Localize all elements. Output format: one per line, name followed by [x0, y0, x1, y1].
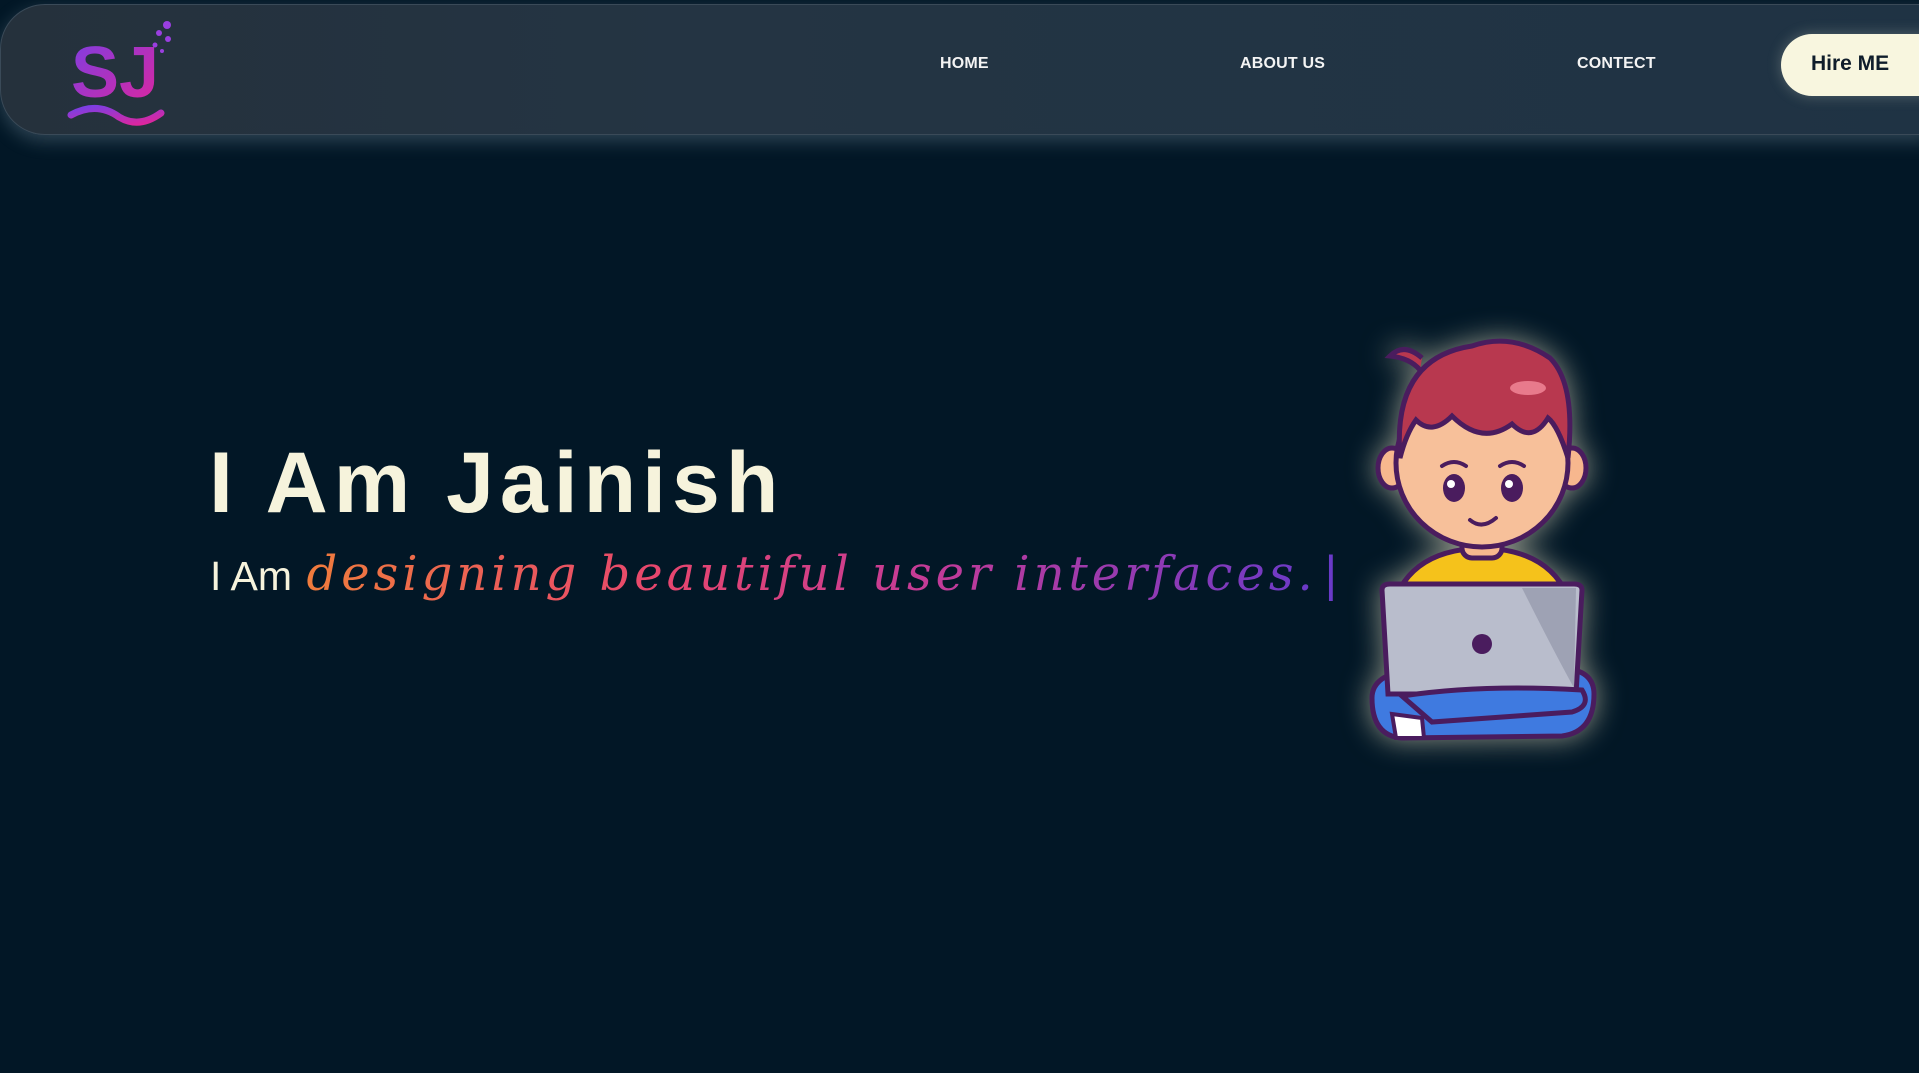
hire-me-button[interactable]: Hire ME [1781, 34, 1919, 96]
nav-link-contact[interactable]: CONTECT [1577, 55, 1656, 73]
logo-icon[interactable]: SJ [67, 17, 175, 129]
hero-title: I Am Jainish [209, 435, 785, 531]
page: SJ HOME ABOUT US CONTECT Hire ME I Am Ja… [0, 0, 1919, 1073]
nav-link-about-us[interactable]: ABOUT US [1240, 55, 1325, 73]
subtitle-prefix: I Am [210, 553, 293, 599]
typing-cursor: | [1323, 547, 1339, 601]
navbar: SJ HOME ABOUT US CONTECT Hire ME [0, 4, 1919, 135]
boy-with-laptop-illustration [1362, 318, 1602, 748]
nav-link-home[interactable]: HOME [940, 55, 989, 73]
hero-subtitle: I Am designing beautiful user interfaces… [210, 550, 1339, 598]
svg-text:SJ: SJ [71, 33, 159, 113]
typed-text: designing beautiful user interfaces. [306, 546, 1317, 602]
